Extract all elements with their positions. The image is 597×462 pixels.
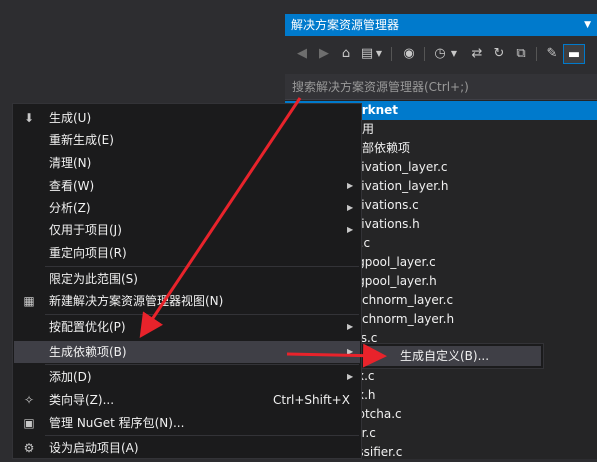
menu-item-label: 生成依赖项(B) <box>49 345 127 359</box>
sync-icon[interactable]: ⇄ <box>466 44 488 64</box>
gear-icon: ⚙ <box>23 441 35 455</box>
menu-separator <box>45 364 359 365</box>
toolbar-separator <box>391 47 392 61</box>
back-icon[interactable]: ◀ <box>291 44 313 64</box>
refresh-icon[interactable]: ↻ <box>488 44 510 64</box>
menu-item-label: 仅用于项目(J) <box>49 223 122 237</box>
menu-item-label: 类向导(Z)... <box>49 393 115 407</box>
menu-item-label: 生成自定义(B)... <box>400 349 490 363</box>
submenu-arrow-icon: ▶ <box>347 372 354 381</box>
menu-item-rebuild[interactable]: 重新生成(E) <box>14 129 360 151</box>
menu-item-label: 重定向项目(R) <box>49 246 127 260</box>
menu-item-class-wizard[interactable]: ✧ 类向导(Z)... Ctrl+Shift+X <box>14 389 360 411</box>
tree-item-label: atchnorm_layer.c <box>350 293 454 307</box>
collapse-all-icon[interactable]: ⧉ <box>510 44 532 64</box>
menu-item-analyze[interactable]: 分析(Z) ▶ <box>14 197 360 219</box>
submenu-arrow-icon: ▶ <box>347 203 354 212</box>
solution-explorer-title[interactable]: 解决方案资源管理器 ▼ <box>285 14 597 36</box>
menu-item-retarget[interactable]: 重定向项目(R) <box>14 242 360 264</box>
toolbar-separator <box>536 47 537 61</box>
build-dependencies-submenu: 生成自定义(B)... <box>361 343 544 369</box>
menu-item-label: 清理(N) <box>49 156 92 170</box>
menu-item-label: 生成(U) <box>49 111 92 125</box>
search-placeholder: 搜索解决方案资源管理器(Ctrl+;) <box>292 80 469 94</box>
tree-item-label: vgpool_layer.h <box>350 274 437 288</box>
toolbar-separator <box>424 47 425 61</box>
search-input[interactable]: 搜索解决方案资源管理器(Ctrl+;) <box>285 74 597 100</box>
menu-item-add[interactable]: 添加(D) ▶ <box>14 366 360 388</box>
submenu-arrow-icon: ▶ <box>347 322 354 331</box>
menu-item-label: 重新生成(E) <box>49 133 114 147</box>
menu-item-clean[interactable]: 清理(N) <box>14 152 360 174</box>
tree-item-label: ctivation_layer.h <box>350 179 449 193</box>
class-wizard-icon: ✧ <box>23 393 35 407</box>
forward-icon[interactable]: ▶ <box>313 44 335 64</box>
menu-item-scope-to-this[interactable]: 限定为此范围(S) <box>14 268 360 290</box>
menu-item-label: 限定为此范围(S) <box>49 272 138 286</box>
chevron-down-icon[interactable]: ▼ <box>373 44 385 64</box>
new-view-icon: ▦ <box>23 294 35 308</box>
submenu-arrow-icon: ▶ <box>347 347 354 356</box>
menu-item-label: 添加(D) <box>49 370 92 384</box>
globe-icon[interactable]: ◉ <box>398 44 420 64</box>
tree-item-label: atchnorm_layer.h <box>350 312 455 326</box>
submenu-arrow-icon: ▶ <box>347 225 354 234</box>
menu-item-manage-nuget[interactable]: ▣ 管理 NuGet 程序包(N)... <box>14 412 360 434</box>
menu-separator <box>45 435 359 436</box>
pin-icon[interactable]: ▬ <box>563 44 585 64</box>
submenu-arrow-icon: ▶ <box>347 181 354 190</box>
menu-item-profile-guided-optimization[interactable]: 按配置优化(P) ▶ <box>14 316 360 338</box>
tree-item-label: ctivation_layer.c <box>350 160 448 174</box>
menu-item-set-startup-project[interactable]: ⚙ 设为启动项目(A) <box>14 437 360 459</box>
menu-item-build-dependencies[interactable]: 生成依赖项(B) ▶ <box>14 341 360 363</box>
context-menu: ⬇ 生成(U) 重新生成(E) 清理(N) 查看(W) ▶ 分析(Z) ▶ 仅用… <box>12 103 362 459</box>
menu-item-label: 管理 NuGet 程序包(N)... <box>49 416 185 430</box>
menu-item-label: 分析(Z) <box>49 201 91 215</box>
menu-item-new-explorer-view[interactable]: ▦ 新建解决方案资源管理器视图(N) <box>14 290 360 312</box>
build-icon: ⬇ <box>23 111 35 125</box>
menu-separator <box>45 266 359 267</box>
tree-item-label: vgpool_layer.c <box>350 255 436 269</box>
menu-item-project-only[interactable]: 仅用于项目(J) ▶ <box>14 219 360 241</box>
menu-item-build[interactable]: ⬇ 生成(U) <box>14 107 360 129</box>
menu-item-view[interactable]: 查看(W) ▶ <box>14 175 360 197</box>
menu-item-label: 查看(W) <box>49 179 95 193</box>
chevron-down-icon[interactable]: ▼ <box>584 14 591 36</box>
nuget-icon: ▣ <box>23 416 35 430</box>
properties-icon[interactable]: ✎ <box>541 44 563 64</box>
menu-separator <box>45 314 359 315</box>
solution-explorer-toolbar: ◀ ▶ ⌂ ▤ ▼ ◉ ◷ ▼ ⇄ ↻ ⧉ ✎ ▬ <box>285 36 597 74</box>
menu-item-shortcut: Ctrl+Shift+X <box>273 393 350 407</box>
chevron-down-icon[interactable]: ▼ <box>448 44 460 64</box>
menu-item-label: 按配置优化(P) <box>49 320 126 334</box>
menu-item-label: 新建解决方案资源管理器视图(N) <box>49 294 224 308</box>
menu-item-label: 设为启动项目(A) <box>49 441 139 455</box>
home-icon[interactable]: ⌂ <box>335 44 357 64</box>
solution-explorer-title-text: 解决方案资源管理器 <box>291 18 400 32</box>
menu-item-build-customizations[interactable]: 生成自定义(B)... <box>364 346 541 366</box>
